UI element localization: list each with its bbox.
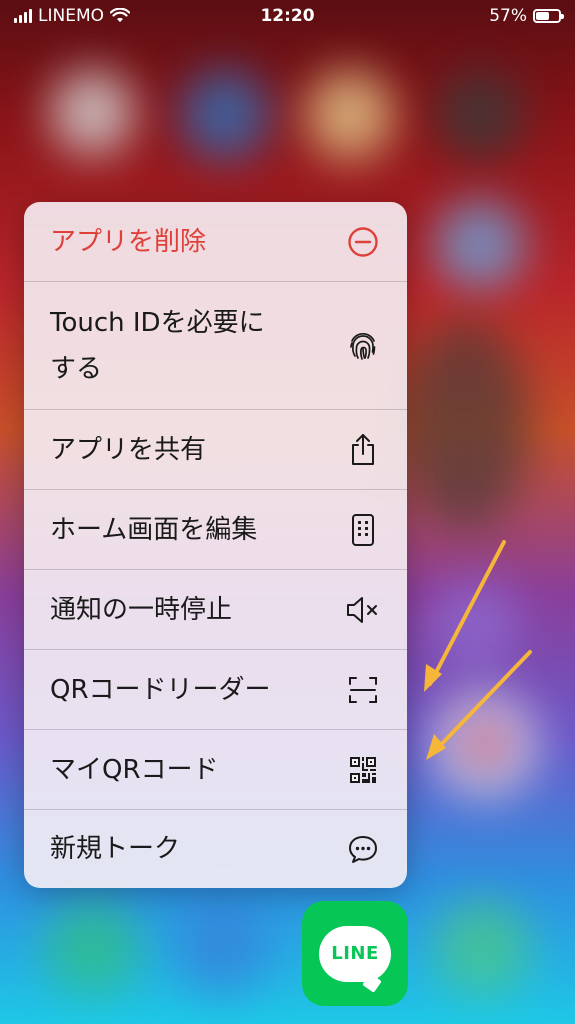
line-logo-text: LINE <box>331 943 379 964</box>
annotation-arrows <box>424 540 532 760</box>
annotation-arrow-lower <box>432 650 532 754</box>
annotation-arrow-upper <box>428 540 506 686</box>
annotation-arrowhead-lower <box>426 734 446 760</box>
